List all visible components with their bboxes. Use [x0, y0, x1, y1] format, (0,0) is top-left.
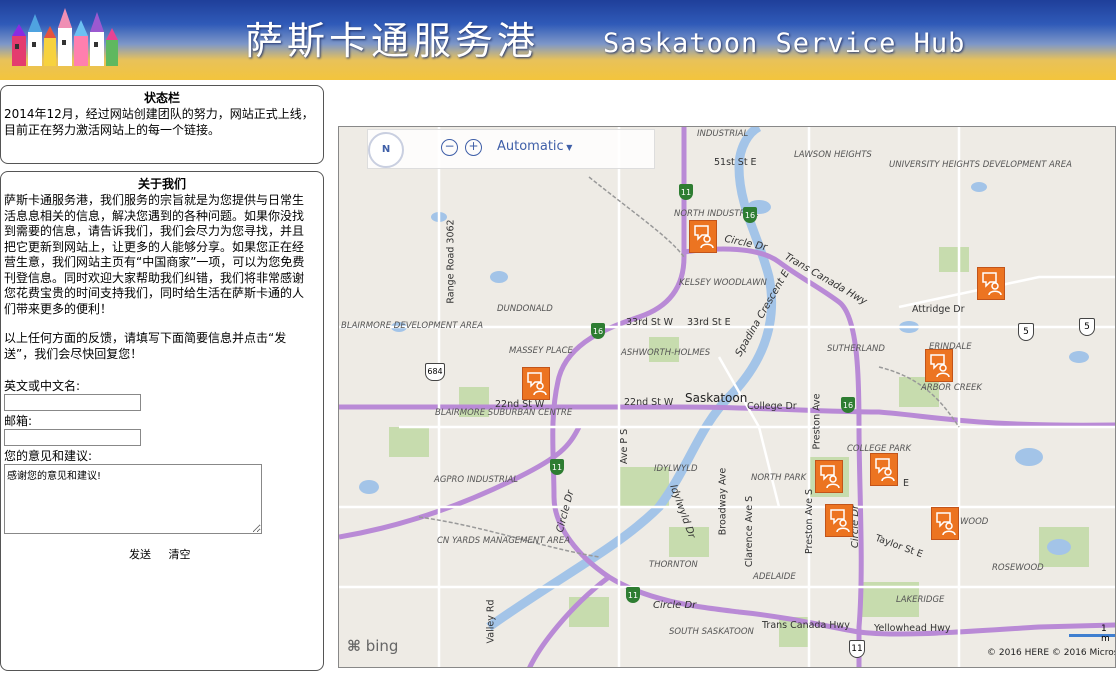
map-label: BLAIRMORE DEVELOPMENT AREA [341, 321, 484, 331]
map-label: KELSEY WOODLAWN [679, 278, 767, 288]
scale-label: 1 m [1101, 624, 1110, 644]
map-label: CN YARDS MANAGEMENT AREA [437, 536, 571, 546]
map-label-street: 33rd St E [687, 317, 731, 328]
map-label: INDUSTRIAL [697, 129, 749, 139]
map-mode-value: Automatic [497, 139, 564, 154]
map-label-street: Clarence Ave S [744, 495, 756, 568]
highway-shield-icon: 16 [841, 397, 855, 413]
map-label-street: E [903, 478, 910, 489]
site-title-chinese: 萨斯卡通服务港 [245, 19, 540, 63]
feedback-form: 英文或中文名: 邮箱: 您的意见和建议: 感谢您的意见和建议! 发送 清空 [1, 378, 323, 562]
location-pin-icon[interactable] [977, 267, 1005, 300]
highway-shield-icon: 5 [1079, 318, 1095, 336]
bing-icon: ⌘ [347, 637, 361, 655]
map-label-street: Valley Rd [485, 599, 497, 644]
houses-logo-icon [12, 8, 118, 66]
email-input[interactable] [4, 429, 141, 446]
location-pin-icon[interactable] [825, 504, 853, 537]
map-label-street: Circle Dr [653, 600, 697, 611]
map-label: ARBOR CREEK [921, 383, 983, 393]
map-label: BLAIRMORE SUBURBAN CENTRE [435, 408, 573, 418]
map-label-street: Ave P S [619, 428, 631, 465]
map-label: AGPRO INDUSTRIAL [434, 475, 519, 485]
about-panel-title: 关于我们 [137, 177, 186, 191]
map-label-street: Preston Ave S [804, 488, 816, 555]
map-label: ASHWORTH-HOLMES [621, 348, 711, 358]
highway-shield-icon: 11 [679, 184, 693, 200]
compass-label: N [381, 144, 391, 155]
map-label-street: College Dr [747, 401, 797, 412]
site-title-english: Saskatoon Service Hub [603, 28, 966, 59]
feedback-prompt: 以上任何方面的反馈，请填写下面简要信息并点击“发送”，我们会尽快回复您！ [4, 331, 287, 361]
bing-logo[interactable]: ⌘ bing [347, 637, 398, 655]
map-label-street: Yellowhead Hwy [874, 623, 951, 634]
status-panel-text: 2014年12月，经过网站创建团队的努力，网站正式上线，目前正在努力激活网站上的… [4, 107, 314, 137]
about-panel: 关于我们 萨斯卡通服务港，我们服务的宗旨就是为您提供与日常生活息息相关的信息，解… [0, 171, 324, 671]
location-pin-icon[interactable] [925, 349, 953, 382]
bing-label: bing [365, 637, 399, 655]
location-pin-icon[interactable] [931, 507, 959, 540]
name-label: 英文或中文名: [4, 379, 81, 393]
map-label-street: Broadway Ave [717, 467, 729, 536]
map-label: NORTH PARK [751, 473, 807, 483]
comments-textarea[interactable]: 感谢您的意见和建议! [4, 464, 262, 534]
form-actions: 发送 清空 [4, 546, 320, 562]
map-label-street: 33rd St W [626, 317, 674, 328]
clear-button[interactable]: 清空 [169, 548, 191, 561]
map-label-street: 22nd St W [495, 399, 545, 410]
zoom-out-button[interactable]: − [441, 139, 458, 156]
map-label-street: 51st St E [714, 157, 757, 168]
map-label-street: 22nd St W [624, 397, 674, 408]
map-label: ADELAIDE [753, 572, 796, 582]
map-label: IDYLWYLD [654, 464, 698, 474]
map-toolbar: N − + Automatic ▼ [367, 129, 655, 169]
map-label: SUTHERLAND [827, 344, 885, 354]
map-mode-dropdown[interactable]: Automatic ▼ [497, 139, 572, 154]
chevron-down-icon: ▼ [563, 143, 573, 152]
name-input[interactable] [4, 394, 141, 411]
map-label: UNIVERSITY HEIGHTS DEVELOPMENT AREA [889, 160, 1072, 170]
status-panel-title: 状态栏 [143, 91, 180, 105]
comments-label: 您的意见和建议: [4, 449, 93, 463]
send-button[interactable]: 发送 [129, 548, 151, 561]
map-label: DUNDONALD [497, 304, 553, 314]
highway-shield-icon: 16 [743, 207, 757, 223]
map-label-street: Trans Canada Hwy [762, 620, 850, 631]
about-paragraph: 萨斯卡通服务港，我们服务的宗旨就是为您提供与日常生活息息相关的信息，解决您遇到的… [4, 193, 305, 316]
location-pin-icon[interactable] [522, 367, 550, 400]
location-pin-icon[interactable] [815, 460, 843, 493]
map-label: ROSEWOOD [992, 563, 1044, 573]
map-label: LAKERIDGE [896, 595, 945, 605]
map-label-street: Preston Ave [811, 393, 823, 450]
site-banner: 萨斯卡通服务港 Saskatoon Service Hub [0, 0, 1116, 80]
highway-shield-icon: 11 [849, 640, 865, 658]
highway-shield-icon: 11 [626, 587, 640, 603]
about-panel-body: 萨斯卡通服务港，我们服务的宗旨就是为您提供与日常生活息息相关的信息，解决您遇到的… [1, 192, 323, 362]
highway-shield-icon: 16 [591, 323, 605, 339]
compass-icon[interactable]: N [368, 132, 404, 168]
map-label: LAWSON HEIGHTS [794, 150, 872, 160]
location-pin-icon[interactable] [870, 453, 898, 486]
map-label-street: Attridge Dr [912, 304, 965, 315]
map-label: WOOD [960, 517, 989, 527]
highway-shield-icon: 11 [550, 459, 564, 475]
map-view[interactable]: INDUSTRIAL LAWSON HEIGHTS UNIVERSITY HEI… [338, 126, 1116, 668]
map-label: MASSEY PLACE [509, 346, 573, 356]
zoom-in-button[interactable]: + [465, 139, 482, 156]
map-label: THORNTON [649, 560, 698, 570]
map-copyright: © 2016 HERE © 2016 Microso [987, 648, 1116, 658]
map-label-street: Range Road 3062 [445, 219, 457, 304]
highway-shield-icon: 684 [425, 363, 445, 381]
highway-shield-icon: 5 [1018, 323, 1034, 341]
location-pin-icon[interactable] [689, 220, 717, 253]
map-label-city: Saskatoon [685, 391, 748, 405]
email-label: 邮箱: [4, 414, 33, 428]
status-panel: 状态栏 2014年12月，经过网站创建团队的努力，网站正式上线，目前正在努力激活… [0, 85, 324, 164]
map-label: SOUTH SASKATOON [669, 627, 754, 637]
